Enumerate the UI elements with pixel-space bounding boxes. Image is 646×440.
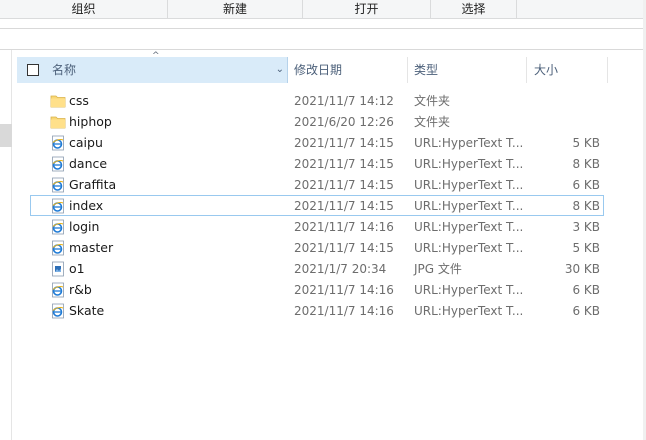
navigation-pane-scroll-thumb[interactable] <box>0 124 12 147</box>
file-row[interactable]: login 2021/11/7 14:16 URL:HyperText T... 3 … <box>30 216 604 237</box>
file-row[interactable]: o1 2021/1/7 20:34 JPG 文件 30 KB <box>30 258 604 279</box>
file-date-modified: 2021/11/7 14:16 <box>294 220 394 234</box>
file-date-modified: 2021/11/7 14:15 <box>294 157 394 171</box>
file-name: caipu <box>69 135 103 150</box>
file-type: URL:HyperText T... <box>414 241 524 255</box>
file-size: 3 KB <box>572 220 600 234</box>
file-name: index <box>69 198 104 213</box>
html-file-icon <box>50 156 66 172</box>
column-header-date[interactable]: 修改日期 <box>289 57 408 83</box>
file-type: URL:HyperText T... <box>414 157 524 171</box>
html-file-icon <box>50 303 66 319</box>
file-name: hiphop <box>69 114 112 129</box>
html-file-icon <box>50 177 66 193</box>
file-size: 8 KB <box>572 157 600 171</box>
file-name: o1 <box>69 261 85 276</box>
html-file-icon <box>50 282 66 298</box>
file-row[interactable]: Skate 2021/11/7 14:16 URL:HyperText T... 6 … <box>30 300 604 321</box>
ribbon-group-new[interactable]: 新建 <box>168 0 303 18</box>
ribbon-group-labels: 组织 新建 打开 选择 <box>0 0 646 19</box>
file-row[interactable]: css 2021/11/7 14:12 文件夹 <box>30 90 604 111</box>
file-type: JPG 文件 <box>414 262 462 276</box>
html-file-icon <box>50 198 66 214</box>
file-type: URL:HyperText T... <box>414 304 524 318</box>
file-size: 6 KB <box>572 178 600 192</box>
file-type: URL:HyperText T... <box>414 178 524 192</box>
file-date-modified: 2021/11/7 14:15 <box>294 241 394 255</box>
navigation-pane[interactable] <box>0 50 12 440</box>
file-size: 8 KB <box>572 199 600 213</box>
file-date-modified: 2021/11/7 14:16 <box>294 283 394 297</box>
sort-ascending-icon: ^ <box>152 51 160 61</box>
file-date-modified: 2021/11/7 14:16 <box>294 304 394 318</box>
file-date-modified: 2021/6/20 12:26 <box>294 115 394 129</box>
address-bar[interactable] <box>0 28 646 50</box>
file-name: r&b <box>69 282 92 297</box>
file-row[interactable]: dance 2021/11/7 14:15 URL:HyperText T... 8 … <box>30 153 604 174</box>
file-type: 文件夹 <box>414 94 451 108</box>
html-file-icon <box>50 135 66 151</box>
ribbon-group-open[interactable]: 打开 <box>303 0 431 18</box>
file-name: login <box>69 219 100 234</box>
file-size: 6 KB <box>572 304 600 318</box>
html-file-icon <box>50 240 66 256</box>
file-name: dance <box>69 156 108 171</box>
file-size: 5 KB <box>572 136 600 150</box>
file-name: master <box>69 240 114 255</box>
folder-icon <box>50 93 66 109</box>
file-type: URL:HyperText T... <box>414 283 524 297</box>
file-date-modified: 2021/11/7 14:15 <box>294 199 394 213</box>
file-date-modified: 2021/1/7 20:34 <box>294 262 387 276</box>
file-name: css <box>69 93 89 108</box>
jpg-file-icon <box>50 261 66 277</box>
ribbon-group-select[interactable]: 选择 <box>431 0 517 18</box>
file-date-modified: 2021/11/7 14:15 <box>294 178 394 192</box>
select-all-checkbox[interactable] <box>27 64 39 76</box>
file-size: 5 KB <box>572 241 600 255</box>
file-row[interactable]: master 2021/11/7 14:15 URL:HyperText T... 5… <box>30 237 604 258</box>
ribbon-divider <box>0 18 646 19</box>
column-header-type[interactable]: 类型 <box>409 57 527 83</box>
folder-icon <box>50 114 66 130</box>
chevron-down-icon[interactable]: ⌄ <box>276 57 284 83</box>
file-type: URL:HyperText T... <box>414 199 524 213</box>
column-header-name-label: 名称 <box>52 63 77 77</box>
column-header-size[interactable]: 大小 <box>528 57 608 83</box>
file-row[interactable]: index 2021/11/7 14:15 URL:HyperText T... 8 … <box>30 195 604 216</box>
file-date-modified: 2021/11/7 14:12 <box>294 94 394 108</box>
html-file-icon <box>50 219 66 235</box>
file-type: URL:HyperText T... <box>414 136 524 150</box>
file-row[interactable]: caipu 2021/11/7 14:15 URL:HyperText T... 5 … <box>30 132 604 153</box>
file-name: Graffita <box>69 177 117 192</box>
file-type: URL:HyperText T... <box>414 220 524 234</box>
file-row[interactable]: Graffita 2021/11/7 14:15 URL:HyperText T..… <box>30 174 604 195</box>
file-name: Skate <box>69 303 105 318</box>
file-type: 文件夹 <box>414 115 451 129</box>
file-size: 30 KB <box>564 262 600 276</box>
file-size: 6 KB <box>572 283 600 297</box>
file-date-modified: 2021/11/7 14:15 <box>294 136 394 150</box>
file-row[interactable]: hiphop 2021/6/20 12:26 文件夹 <box>30 111 604 132</box>
column-header-name[interactable]: 名称 ^ ⌄ <box>17 51 288 83</box>
ribbon-group-organize[interactable]: 组织 <box>0 0 168 18</box>
file-row[interactable]: r&b 2021/11/7 14:16 URL:HyperText T... 6 KB <box>30 279 604 300</box>
